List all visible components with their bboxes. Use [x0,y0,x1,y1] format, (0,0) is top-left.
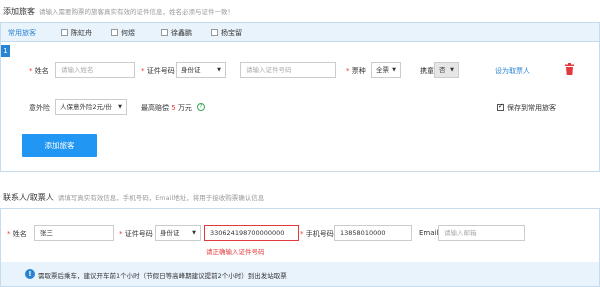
passenger-name-input[interactable]: 请输入姓名 [55,62,135,78]
frequent-passenger-item[interactable]: 徐鑫鹏 [161,28,192,38]
checkbox-icon[interactable] [211,29,218,36]
idtype-label: * 证件号码 [141,67,175,75]
chevron-down-icon: ▼ [392,67,396,73]
passenger-idtype-select[interactable]: 身份证 ▼ [176,62,226,78]
max-compensation: 最高赔偿 5 万元 [141,104,192,112]
name-label: * 姓名 [29,67,49,75]
chevron-down-icon: ▼ [450,67,454,73]
passenger-hint: 请输入需要购票的旅客真实有效的证件信息，姓名必须与证件一致！ [39,8,234,16]
info-icon: ! [25,269,35,279]
contact-section-title: 联系人/取票人 请填写真实有效信息，手机号码，Email地址，将用于接收购票确认信… [3,192,264,203]
passenger-section-title: 添加旅客 请输入需要购票的旅客真实有效的证件信息，姓名必须与证件一致！ [3,6,234,17]
checkbox-icon[interactable] [111,29,118,36]
add-passenger-button[interactable]: 添加旅客 [22,134,97,157]
checkbox-icon[interactable] [161,29,168,36]
phone-label: * 手机号码 [300,230,334,238]
insurance-label: 意外险 [29,104,50,112]
contact-idno-input[interactable]: 330624198700000000 [204,225,299,241]
email-input[interactable]: 请输入邮箱 [438,225,525,241]
passenger-panel: 常用旅客 陈虹舟 何煜 徐鑫鹏 杨宝留 1 * 姓名 请输入姓名 * 证件号码 … [0,22,600,172]
frequent-passenger-item[interactable]: 何煜 [111,28,135,38]
contact-name-label: * 姓名 [7,230,27,238]
passenger-index-badge: 1 [1,45,10,57]
frequent-passenger-item[interactable]: 陈虹舟 [61,28,92,38]
pickup-tip-text: 需取票后乘车，建议开车前1个小时（节假日等高峰期建议提前2个小时）到出发站取票 [38,272,287,280]
insurance-select[interactable]: 人保意外险2元/份 ▼ [55,99,127,115]
frequent-passenger-label: 常用旅客 [8,29,36,37]
frequent-passenger-bar: 常用旅客 陈虹舟 何煜 徐鑫鹏 杨宝留 [1,23,599,42]
help-icon[interactable]: ? [197,103,205,111]
contact-title-text: 联系人/取票人 [3,193,54,202]
contact-name-input[interactable]: 张三 [34,225,114,241]
pickup-tip-bar: ! 需取票后乘车，建议开车前1个小时（节假日等高峰期建议提前2个小时）到出发站取… [1,262,599,286]
trash-icon[interactable] [564,63,575,75]
save-frequent-option[interactable]: 保存到常用旅客 [497,102,556,113]
chevron-down-icon: ▼ [118,104,122,110]
infant-select[interactable]: 否 ▼ [434,62,459,78]
contact-idtype-label: * 证件号码 [119,230,153,238]
contact-idtype-select[interactable]: 身份证 ▼ [155,225,201,241]
contact-panel: * 姓名 张三 * 证件号码 身份证 ▼ 330624198700000000 请… [0,208,600,287]
infant-label: 携童 [420,67,434,75]
email-label: Email [419,229,439,237]
contact-hint: 请填写真实有效信息，手机号码，Email地址，将用于接收购票确认信息 [57,194,265,202]
phone-input[interactable]: 13858010000 [334,225,412,241]
idno-error-message: 请正确输入证件号码 [206,248,265,256]
checkbox-icon[interactable] [497,102,504,111]
set-contact-link[interactable]: 设为取票人 [495,66,530,76]
ticket-type-select[interactable]: 全票 ▼ [371,62,401,78]
chevron-down-icon: ▼ [192,230,196,236]
ticket-type-label: * 票种 [346,67,366,75]
chevron-down-icon: ▼ [217,67,221,73]
passenger-title-text: 添加旅客 [3,7,35,16]
passenger-idno-input[interactable]: 请输入证件号码 [240,62,336,78]
checkbox-icon[interactable] [61,29,68,36]
frequent-passenger-item[interactable]: 杨宝留 [211,28,242,38]
